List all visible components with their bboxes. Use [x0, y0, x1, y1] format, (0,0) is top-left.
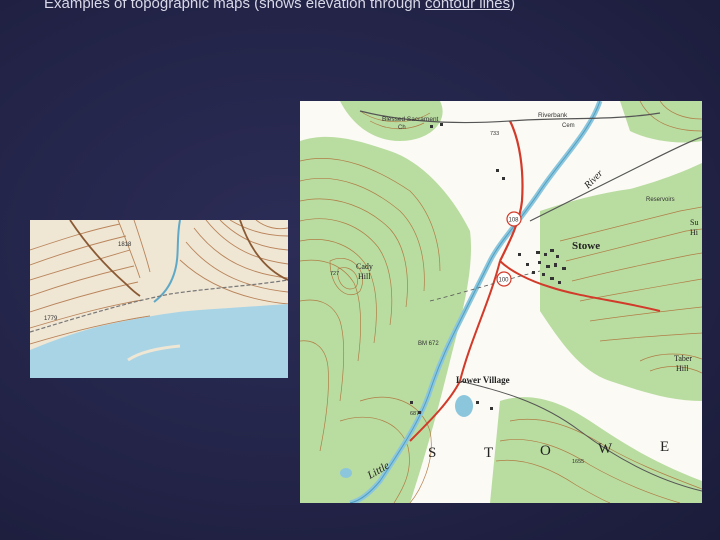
topographic-map-stowe: 108 100 Blessed Sacrament Ch 733 Riverba…	[300, 101, 702, 503]
title-suffix: )	[510, 0, 516, 12]
stowe-map-graphic: 108 100 Blessed Sacrament Ch 733 Riverba…	[300, 101, 702, 503]
pond	[340, 468, 352, 478]
map-letter-w: W	[598, 441, 613, 457]
slide-title: Examples of topographic maps (shows elev…	[44, 0, 684, 14]
route-100-label: 100	[499, 278, 510, 284]
bm-672-label: BM 672	[418, 341, 439, 347]
spot-733-label: 733	[490, 131, 499, 137]
taber-label: Taber	[674, 354, 692, 363]
sugar-hill-label: Su	[690, 218, 698, 227]
map-letter-s: S	[428, 445, 436, 461]
lower-village-label: Lower Village	[456, 375, 510, 385]
topographic-map-coast: 1818 1779	[30, 220, 288, 378]
spot-687-label: 687	[410, 411, 419, 417]
route-108-shield: 108	[506, 211, 522, 227]
taber-hill-label: Hill	[676, 364, 689, 373]
spot-elevation-label: 1779	[44, 316, 58, 322]
coast-map-graphic: 1818 1779	[30, 220, 288, 378]
map-letter-o: O	[540, 443, 551, 459]
pond	[455, 395, 473, 417]
spot-elevation-label: 1818	[118, 242, 132, 248]
spot-727-label: 727	[330, 271, 339, 277]
spot-1655-label: 1655	[572, 459, 584, 465]
route-108-label: 108	[509, 218, 520, 224]
cady-label: Cady	[356, 262, 373, 271]
route-100-shield: 100	[496, 271, 512, 287]
cady-hill-label: Hill	[358, 272, 371, 281]
church-label: Blessed Sacrament	[382, 116, 439, 123]
title-text: Examples of topographic maps (shows elev…	[44, 0, 426, 12]
riverbank-label: Riverbank	[538, 112, 568, 119]
cem-label: Cem	[562, 123, 575, 129]
reservoirs-label: Reservoirs	[646, 197, 675, 203]
sugar-hill-label: Hi	[690, 228, 699, 237]
contour-lines-link[interactable]: contour lines	[425, 0, 510, 12]
map-letter-t: T	[484, 445, 493, 461]
stowe-label: Stowe	[572, 240, 600, 252]
map-letter-e: E	[660, 439, 669, 455]
church-ch-label: Ch	[398, 125, 406, 131]
